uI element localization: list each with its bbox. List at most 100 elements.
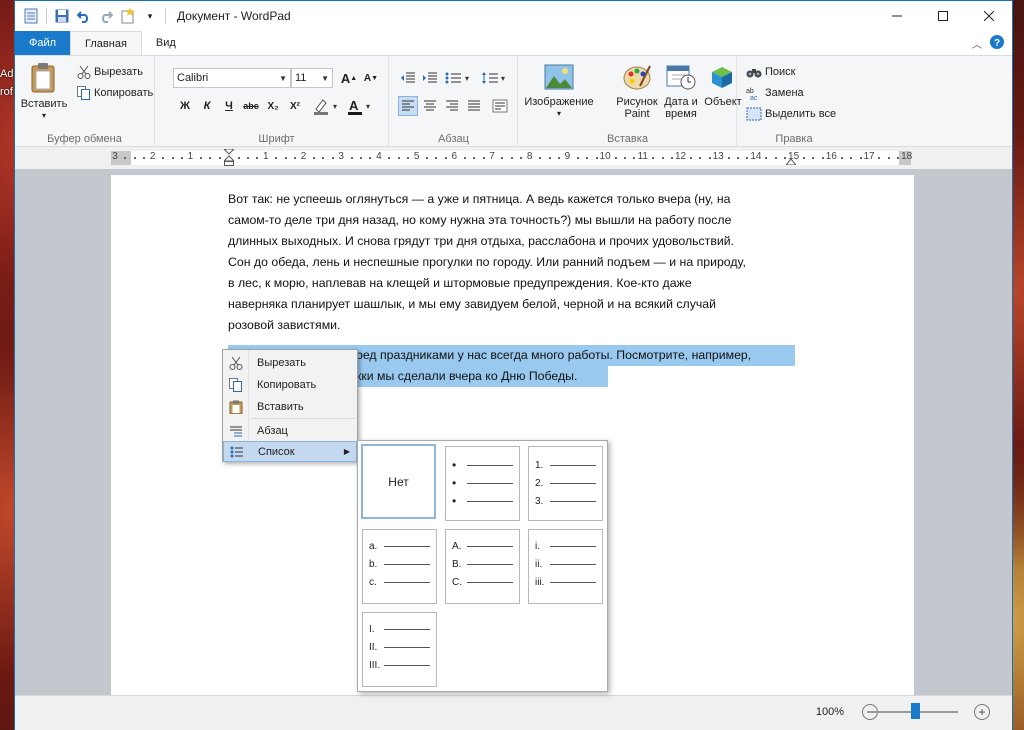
list-style-upper-roman[interactable]: I. II. III. — [362, 612, 437, 687]
list-line — [467, 482, 513, 484]
new-document-icon[interactable] — [118, 6, 138, 26]
line-spacing-button[interactable]: ▾ — [480, 68, 510, 88]
ruler-tick-dot — [633, 157, 636, 159]
ribbon-tabs: Файл Главная Вид ︿ ? — [15, 31, 1012, 55]
select-all-button[interactable]: Выделить все — [746, 104, 836, 124]
ruler-tick-dot — [623, 157, 626, 159]
redo-icon[interactable] — [96, 6, 116, 26]
undo-icon[interactable] — [74, 6, 94, 26]
tab-home[interactable]: Главная — [70, 31, 142, 55]
text-color-button[interactable]: A ▾ — [345, 96, 373, 116]
ruler-tick-dot — [897, 157, 900, 159]
superscript-button[interactable]: X² — [285, 96, 305, 116]
list-marker: 2. — [535, 477, 544, 489]
align-center-button[interactable] — [420, 96, 440, 116]
italic-button[interactable]: К — [197, 96, 217, 116]
insert-image-button[interactable]: Изображение ▾ — [521, 64, 597, 120]
ruler-tick-dot — [774, 157, 777, 159]
decrease-indent-icon[interactable] — [398, 68, 418, 88]
list-style-none[interactable]: Нет — [361, 444, 436, 519]
list-style-gallery: Нет • • • 1. 2. 3. a. b. c. A. B. C. i. … — [357, 440, 608, 692]
list-style-lower-alpha[interactable]: a. b. c. — [362, 529, 437, 604]
save-icon[interactable] — [52, 6, 72, 26]
cut-button[interactable]: Вырезать — [77, 62, 143, 82]
paragraph-1[interactable]: Вот так: не успеешь оглянуться — а уже и… — [228, 189, 808, 336]
subscript-button[interactable]: X₂ — [263, 96, 283, 116]
maximize-button[interactable] — [920, 1, 966, 31]
menu-item-paragraph[interactable]: Абзац — [223, 420, 357, 441]
ruler-tick-label: 12 — [674, 151, 687, 162]
copy-button[interactable]: Копировать — [77, 83, 153, 103]
grow-font-icon[interactable]: A ▲ — [339, 68, 359, 88]
font-size-combo[interactable]: 11 ▼ — [291, 68, 333, 88]
ruler-tick-dot — [482, 157, 485, 159]
list-style-upper-alpha[interactable]: A. B. C. — [445, 529, 520, 604]
paint-drawing-button[interactable]: Рисунок Paint — [613, 64, 661, 120]
app-menu-icon[interactable] — [21, 6, 41, 26]
svg-text:ab: ab — [746, 88, 754, 95]
align-right-button[interactable] — [442, 96, 462, 116]
highlight-color-button[interactable]: ▾ — [311, 96, 339, 116]
menu-item-cut[interactable]: Вырезать — [223, 352, 357, 373]
list-button[interactable]: ▾ — [444, 68, 474, 88]
list-marker: C. — [452, 576, 462, 588]
ruler-tick-label: 17 — [863, 151, 875, 162]
list-style-numbers[interactable]: 1. 2. 3. — [528, 446, 603, 521]
menu-item-copy[interactable]: Копировать — [223, 374, 357, 395]
customize-toolbar-icon[interactable]: ▾ — [140, 6, 160, 26]
ruler-tick-dot — [576, 157, 579, 159]
desktop-icon-label[interactable]: rof — [0, 86, 13, 98]
tab-file[interactable]: Файл — [15, 31, 71, 55]
svg-text:▾: ▾ — [501, 74, 505, 83]
font-size-value: 11 — [295, 72, 307, 84]
ruler-tick-dot — [699, 157, 702, 159]
list-marker: ii. — [535, 558, 543, 570]
list-line — [550, 482, 596, 484]
shrink-font-icon[interactable]: A ▼ — [361, 68, 381, 88]
replace-button[interactable]: ab ac Замена — [746, 83, 804, 103]
ruler-tick-dot — [199, 157, 202, 159]
ruler-tick-dot — [859, 157, 862, 159]
object-icon — [708, 64, 738, 90]
indent-marker-icon[interactable] — [222, 148, 236, 170]
collapse-ribbon-icon[interactable]: ︿ — [972, 36, 982, 51]
ruler-tick-label: 4 — [376, 151, 382, 162]
strikethrough-button[interactable]: abc — [241, 96, 261, 116]
ruler-tick-dot — [463, 157, 466, 159]
ruler-tick-dot — [614, 157, 617, 159]
ruler-tick-dot — [803, 157, 806, 159]
list-marker: i. — [535, 540, 540, 552]
ruler-tick-dot — [812, 157, 815, 159]
list-style-lower-roman[interactable]: i. ii. iii. — [528, 529, 603, 604]
justify-button[interactable] — [464, 96, 484, 116]
minimize-button[interactable] — [874, 1, 920, 31]
bold-button[interactable]: Ж — [175, 96, 195, 116]
ruler-tick-dot — [850, 157, 853, 159]
align-left-button[interactable] — [398, 96, 418, 116]
menu-item-paste[interactable]: Вставить — [223, 396, 357, 417]
help-icon[interactable]: ? — [990, 35, 1004, 52]
paste-button[interactable]: Вставить ▾ — [21, 62, 67, 122]
menu-separator — [251, 418, 355, 419]
list-line — [384, 545, 430, 547]
list-marker: iii. — [535, 576, 545, 588]
ruler-tick-label: 1 — [187, 151, 194, 162]
insert-datetime-button[interactable]: Дата и время — [661, 64, 701, 120]
zoom-in-button[interactable]: + — [974, 704, 990, 720]
ruler-tick-dot — [284, 157, 287, 159]
ruler[interactable]: 3 2 1 1 2 3 4 5 6 7 8 9 10 11 12 13 14 15 16 17 18 — [111, 148, 912, 166]
tab-view[interactable]: Вид — [142, 31, 190, 55]
list-line — [384, 664, 430, 666]
ruler-tick-label: 8 — [526, 151, 533, 162]
font-family-combo[interactable]: Calibri ▼ — [173, 68, 291, 88]
ruler-tick-label: 10 — [599, 151, 611, 162]
close-button[interactable] — [966, 1, 1012, 31]
ruler-tick-dot — [435, 157, 438, 159]
increase-indent-icon[interactable] — [420, 68, 440, 88]
paragraph-settings-icon[interactable] — [490, 96, 510, 116]
underline-button[interactable]: Ч — [219, 96, 239, 116]
menu-item-list[interactable]: Список ▶ — [223, 441, 357, 462]
list-style-bullets[interactable]: • • • — [445, 446, 520, 521]
find-button[interactable]: Поиск — [746, 62, 795, 82]
zoom-slider-thumb[interactable] — [911, 703, 920, 719]
